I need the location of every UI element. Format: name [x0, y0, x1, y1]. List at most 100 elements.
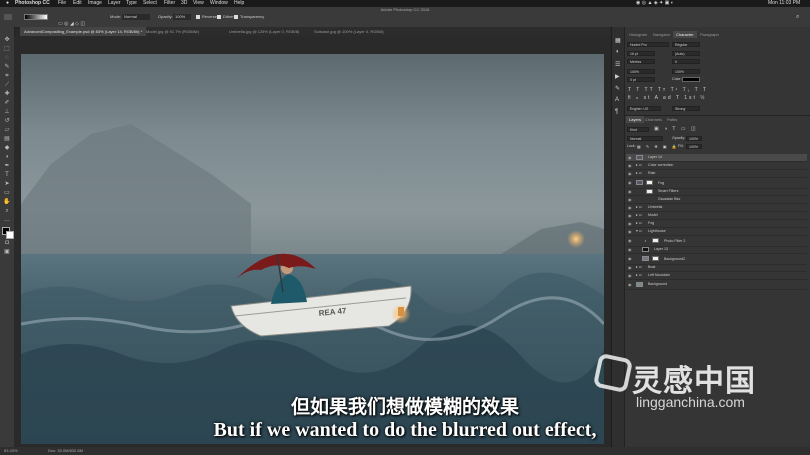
- visibility-eye-icon[interactable]: ◉: [628, 280, 632, 289]
- layer-row[interactable]: ◉ ▸ ▭ Color correction: [626, 162, 807, 170]
- menu-filter[interactable]: Filter: [164, 0, 175, 7]
- menu-image[interactable]: Image: [88, 0, 102, 7]
- blur-tool-icon[interactable]: ◆: [3, 145, 11, 152]
- lock-icons[interactable]: ▦ ✎ ✥ ▣ 🔒: [637, 144, 679, 149]
- visibility-eye-icon[interactable]: ◉: [628, 154, 632, 161]
- visibility-eye-icon[interactable]: ◉: [628, 254, 632, 264]
- healing-tool-icon[interactable]: ✚: [3, 91, 11, 98]
- crop-tool-icon[interactable]: ⌗: [3, 73, 11, 80]
- gradient-tool-icon-2[interactable]: ▤: [3, 136, 11, 143]
- quick-mask-icon[interactable]: ◘: [3, 240, 11, 247]
- antialias-select[interactable]: Strong: [672, 106, 700, 111]
- tab-histogram[interactable]: Histogram: [626, 31, 650, 38]
- lasso-tool-icon[interactable]: ◌: [3, 55, 11, 62]
- visibility-eye-icon[interactable]: ◉: [628, 196, 632, 203]
- horizontal-scale-input[interactable]: 100%: [672, 69, 700, 74]
- baseline-shift-input[interactable]: 0 pt: [627, 77, 655, 82]
- visibility-eye-icon[interactable]: ◉: [628, 162, 632, 169]
- character-panel-icon[interactable]: A: [615, 97, 619, 103]
- eraser-tool-icon[interactable]: ▱: [3, 127, 11, 134]
- dither-checkbox[interactable]: [217, 15, 221, 19]
- dodge-tool-icon[interactable]: ◖: [3, 154, 11, 161]
- visibility-eye-icon[interactable]: ◉: [628, 246, 632, 253]
- menu-select[interactable]: Select: [143, 0, 157, 7]
- menu-view[interactable]: View: [193, 0, 204, 7]
- kerning-select[interactable]: Metrics: [627, 59, 655, 64]
- layer-row[interactable]: ◉ Background: [626, 280, 807, 290]
- doc-tab-umbrella[interactable]: Umbrella.jpg @ 125% (Layer 0, RGB/8): [225, 27, 303, 36]
- hand-tool-icon[interactable]: ✋: [3, 199, 11, 206]
- visibility-eye-icon[interactable]: ◉: [628, 178, 632, 188]
- visibility-eye-icon[interactable]: ◉: [628, 264, 632, 271]
- doc-tab-model[interactable]: Model.jpg @ 91.7% (RGB/8#): [142, 27, 203, 36]
- menu-layer[interactable]: Layer: [108, 0, 121, 7]
- layer-row[interactable]: ◉ ▸ ▭ Umbrella: [626, 204, 807, 212]
- apple-icon[interactable]: ●: [6, 0, 9, 7]
- visibility-eye-icon[interactable]: ◉: [628, 220, 632, 227]
- type-tool-icon[interactable]: T: [3, 172, 11, 179]
- zoom-tool-icon[interactable]: ⌕: [3, 208, 11, 215]
- layer-row[interactable]: ◉ ▾ ▭ Lighthouse: [626, 228, 807, 236]
- move-tool-icon[interactable]: ✥: [3, 37, 11, 44]
- eyedropper-tool-icon[interactable]: ⟋: [3, 82, 11, 89]
- opacity-input[interactable]: 100%: [173, 14, 191, 20]
- visibility-eye-icon[interactable]: ◉: [628, 188, 632, 195]
- path-select-icon[interactable]: ➤: [3, 181, 11, 188]
- adjustments-panel-icon[interactable]: ◑: [615, 49, 619, 55]
- quick-select-tool-icon[interactable]: ✎: [3, 64, 11, 71]
- visibility-eye-icon[interactable]: ◉: [628, 170, 632, 177]
- doc-tab-suitcase[interactable]: Suitcase.jpg @ 100% (Layer 0, RGB/8): [310, 27, 388, 36]
- reverse-checkbox[interactable]: [196, 15, 200, 19]
- layer-row[interactable]: ◉ ▸ ▭ Rain: [626, 170, 807, 178]
- brush-panel-icon[interactable]: ✎: [615, 85, 620, 92]
- app-menu[interactable]: Photoshop CC: [15, 0, 50, 7]
- gradient-tool-icon[interactable]: [4, 14, 12, 20]
- layer-row[interactable]: ◉ Smart Filters: [626, 188, 807, 196]
- layer-filter-kind[interactable]: Kind: [627, 127, 649, 132]
- layer-row[interactable]: ◉ ▸ ▭ Fog: [626, 220, 807, 228]
- tab-character[interactable]: Character: [673, 31, 697, 38]
- properties-panel-icon[interactable]: ☰: [615, 61, 620, 68]
- stamp-tool-icon[interactable]: ⊥: [3, 109, 11, 116]
- layer-opacity-input[interactable]: 100%: [686, 136, 702, 141]
- text-style-buttons[interactable]: T T TT Tт T¹ T₁ T T: [628, 87, 708, 93]
- layer-row[interactable]: ◉ Gaussian Blur: [626, 196, 807, 204]
- marquee-tool-icon[interactable]: ⬚: [3, 46, 11, 53]
- leading-input[interactable]: (Auto): [672, 51, 700, 56]
- paragraph-panel-icon[interactable]: ¶: [615, 109, 618, 115]
- visibility-eye-icon[interactable]: ◉: [628, 204, 632, 211]
- font-family-select[interactable]: Hurled Pro: [627, 42, 669, 47]
- language-select[interactable]: English: US: [627, 106, 661, 111]
- layer-filter-icons[interactable]: ▣ ◑ T ▭ ◫: [654, 126, 698, 132]
- zoom-level[interactable]: 83.33%: [4, 447, 18, 455]
- menu-3d[interactable]: 3D: [181, 0, 187, 7]
- opentype-buttons[interactable]: ﬁ ℴ st A ad T 1st ½: [628, 95, 706, 101]
- visibility-eye-icon[interactable]: ◉: [628, 272, 632, 279]
- tab-navigator[interactable]: Navigator: [650, 31, 673, 38]
- screen-mode-icon[interactable]: ▣: [3, 249, 11, 256]
- menu-help[interactable]: Help: [234, 0, 244, 7]
- menu-file[interactable]: File: [58, 0, 66, 7]
- tab-paths[interactable]: Paths: [664, 116, 680, 123]
- gradient-type-icons[interactable]: ▭ ◎ ◢ ◇ ◫: [58, 14, 98, 27]
- menu-type[interactable]: Type: [126, 0, 137, 7]
- transparency-checkbox[interactable]: [234, 15, 238, 19]
- brush-tool-icon[interactable]: ✐: [3, 100, 11, 107]
- document-canvas[interactable]: REA 47: [21, 54, 604, 444]
- text-color-swatch[interactable]: [682, 77, 700, 82]
- layer-row[interactable]: ◉ ▸ ▭ Boat: [626, 264, 807, 272]
- tracking-input[interactable]: 0: [672, 59, 700, 64]
- gradient-picker[interactable]: [24, 14, 48, 20]
- layer-row[interactable]: ◉ ▸ ▭ Left Mountain: [626, 272, 807, 280]
- actions-panel-icon[interactable]: ▶: [615, 73, 620, 80]
- layer-row[interactable]: ◉ Layer 14: [626, 154, 807, 162]
- tab-paragraph[interactable]: Paragraph: [697, 31, 722, 38]
- history-brush-icon[interactable]: ↺: [3, 118, 11, 125]
- vertical-scale-input[interactable]: 100%: [627, 69, 655, 74]
- visibility-eye-icon[interactable]: ◉: [628, 228, 632, 235]
- visibility-eye-icon[interactable]: ◉: [628, 212, 632, 219]
- shape-tool-icon[interactable]: ▭: [3, 190, 11, 197]
- pen-tool-icon[interactable]: ✒: [3, 163, 11, 170]
- visibility-eye-icon[interactable]: ◉: [628, 236, 632, 246]
- layer-row[interactable]: ◉ ▸ ▭ Model: [626, 212, 807, 220]
